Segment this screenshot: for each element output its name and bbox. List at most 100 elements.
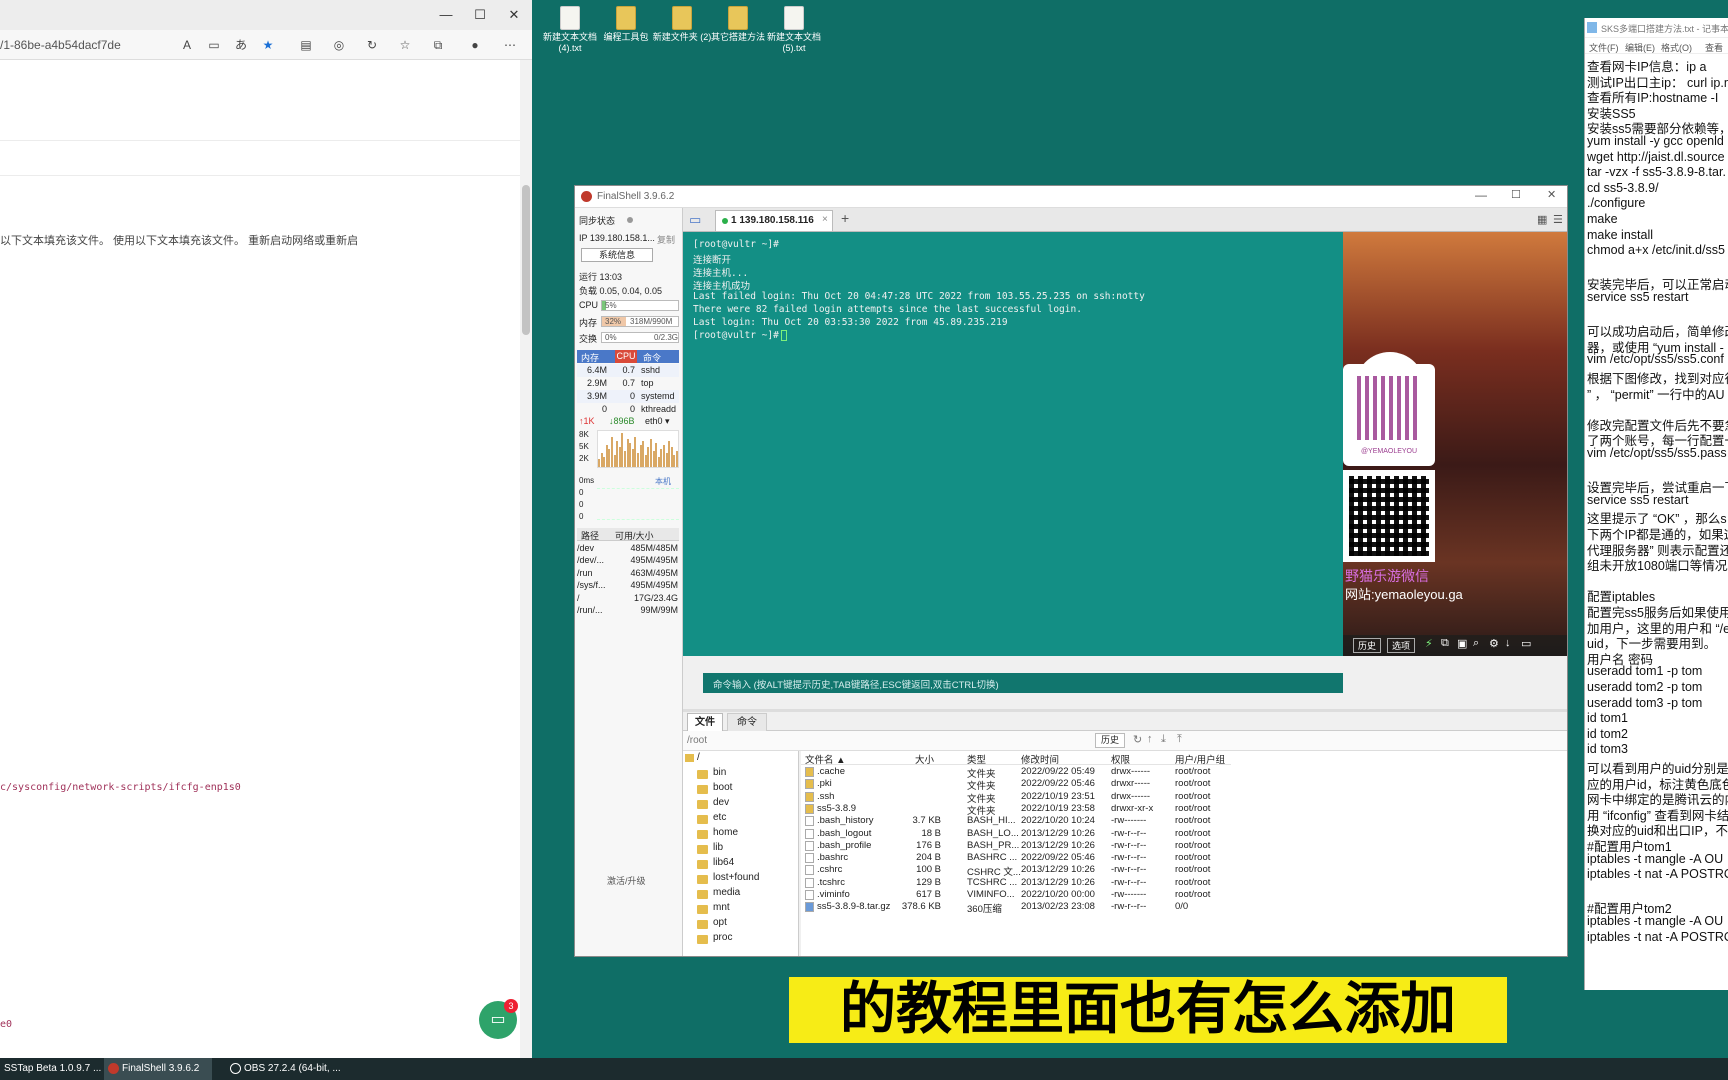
collections-icon[interactable]: ⧉ [429, 36, 447, 54]
tree-item[interactable]: etc [713, 812, 726, 823]
refresh-icon[interactable]: ↻ [363, 36, 381, 54]
minimize-icon[interactable]: — [436, 6, 456, 24]
options-button[interactable]: 选项 [1387, 638, 1416, 653]
tree-item[interactable]: lib64 [713, 857, 734, 868]
history-button[interactable]: 历史 [1353, 638, 1382, 653]
taskbar-item-finalshell[interactable]: FinalShell 3.9.6.2 [104, 1058, 212, 1080]
tree-item[interactable]: media [713, 887, 740, 898]
maximize-icon[interactable]: ☐ [1511, 188, 1521, 201]
taskbar-item-obs[interactable]: OBS 27.2.4 (64-bit, ... [226, 1058, 342, 1080]
tree-item[interactable]: mnt [713, 902, 730, 913]
close-icon[interactable]: ✕ [504, 6, 524, 24]
activate-upgrade-link[interactable]: 激活/升级 [607, 874, 646, 887]
scrollbar-thumb[interactable] [522, 185, 530, 335]
disk-header-size[interactable]: 可用/大小 [615, 529, 654, 542]
add-tab-icon[interactable]: + [841, 210, 849, 226]
session-tab[interactable]: 1 139.180.158.116 × [715, 210, 833, 231]
favorite-star-icon[interactable]: ★ [259, 36, 277, 54]
paste-icon[interactable]: ▣ [1457, 637, 1467, 650]
menu-file[interactable]: 文件(F) [1589, 41, 1619, 54]
file-row[interactable]: .bash_history 3.7 KB BASH_HI... 2022/10/20 … [801, 815, 1231, 827]
notepad-text-area[interactable]: 查看网卡IP信息：ip a 测试IP出口主ip： curl ip.m 查看所有IP:… [1585, 56, 1728, 986]
menu-view[interactable]: 查看 [1705, 41, 1723, 54]
file-row[interactable]: .cshrc 100 B CSHRC 文... 2013/12/29 10:26 -rw… [801, 864, 1231, 878]
tree-item[interactable]: lost+found [713, 872, 759, 883]
file-row[interactable]: ss5-3.8.9 文件夹 2022/10/19 23:58 drwxr-xr-x ro… [801, 803, 1231, 817]
refresh-icon[interactable]: ↻ [1133, 733, 1142, 746]
taskbar-item-sstap[interactable]: SSTap Beta 1.0.9.7 ... [0, 1058, 101, 1080]
upload-icon[interactable]: ⤒ [1177, 733, 1182, 746]
extension2-icon[interactable]: ◎ [330, 36, 348, 54]
sysinfo-button[interactable]: 系统信息 [581, 248, 653, 262]
current-path[interactable]: /root [687, 735, 707, 746]
download-icon[interactable]: ↓ [1505, 637, 1511, 649]
col-name[interactable]: 文件名 ▲ [805, 752, 846, 766]
file-row[interactable]: .viminfo 617 B VIMINFO... 2022/10/20 00:00 -… [801, 889, 1231, 901]
gear-icon[interactable]: ⚙ [1489, 637, 1499, 650]
read-aloud-icon[interactable]: A [178, 36, 196, 54]
close-icon[interactable]: ✕ [1547, 188, 1556, 201]
translate-icon[interactable]: あ [232, 36, 250, 54]
latency-host[interactable]: 本机 [655, 476, 671, 487]
list-view-icon[interactable]: ☰ [1553, 213, 1563, 226]
extension-icon[interactable]: ▤ [297, 36, 315, 54]
copy-link[interactable]: 复制 [657, 233, 675, 246]
file-row[interactable]: .cache 文件夹 2022/09/22 05:49 drwx------ root/… [801, 766, 1231, 780]
tree-item[interactable]: bin [713, 767, 726, 778]
grid-view-icon[interactable]: ▦ [1537, 213, 1547, 226]
col-mtime[interactable]: 修改时间 [1021, 752, 1059, 766]
maximize-icon[interactable]: ☐ [470, 6, 490, 24]
tree-item[interactable]: lib [713, 842, 723, 853]
tree-item[interactable]: dev [713, 797, 729, 808]
process-row[interactable]: 6.4M 0.7 sshd [577, 364, 679, 377]
more-icon[interactable]: ⋯ [501, 36, 519, 54]
lightning-icon[interactable]: ⚡ [1425, 637, 1433, 650]
tree-item[interactable]: opt [713, 917, 727, 928]
folder-icon[interactable]: ▭ [689, 212, 701, 228]
up-dir-icon[interactable]: ↑ [1147, 733, 1153, 745]
desktop-icon[interactable]: 新建文本文档 (5).txt [762, 6, 826, 54]
process-row[interactable]: 3.9M 0 systemd [577, 390, 679, 403]
col-type[interactable]: 类型 [967, 752, 986, 766]
file-row[interactable]: .tcshrc 129 B TCSHRC ... 2013/12/29 10:26 -r… [801, 877, 1231, 889]
tree-item[interactable]: home [713, 827, 738, 838]
favorites-icon[interactable]: ☆ [396, 36, 414, 54]
menu-edit[interactable]: 编辑(E) [1625, 41, 1655, 54]
menu-format[interactable]: 格式(O) [1661, 41, 1692, 54]
proc-header-mem[interactable]: 内存 [581, 351, 599, 364]
screen-icon[interactable]: ▭ [1521, 637, 1531, 650]
immersive-reader-icon[interactable]: ▭ [205, 36, 223, 54]
copy-icon[interactable]: ⧉ [1441, 637, 1449, 650]
address-bar[interactable]: /1-86be-a4b54dacf7de [0, 38, 121, 52]
tree-item[interactable]: proc [713, 932, 732, 943]
file-row[interactable]: .bash_logout 18 B BASH_LO... 2013/12/29 10:… [801, 828, 1231, 840]
disk-header-path[interactable]: 路径 [581, 529, 599, 542]
proc-header-cpu[interactable]: CPU [615, 350, 637, 363]
terminal[interactable]: [root@vultr ~]# 连接断开 连接主机... 连接主机成功 Last fai… [683, 232, 1343, 656]
path-history-button[interactable]: 历史 [1095, 733, 1125, 748]
desktop-icon[interactable]: 新建文件夹 (2) [650, 6, 714, 43]
search-icon[interactable]: ⌕ [1473, 637, 1479, 650]
tab-files[interactable]: 文件 [687, 713, 723, 731]
net-iface-select[interactable]: eth0 ▾ [645, 416, 670, 427]
file-row[interactable]: .pki 文件夹 2022/09/22 05:46 drwxr----- root/ro… [801, 778, 1231, 792]
process-row[interactable]: 2.9M 0.7 top [577, 377, 679, 390]
desktop-icon[interactable]: 编程工具包 [594, 6, 658, 43]
tab-commands[interactable]: 命令 [727, 713, 767, 731]
profile-icon[interactable]: ● [466, 36, 484, 54]
command-input[interactable]: 命令输入 (按ALT键提示历史,TAB键路径,ESC键返回,双击CTRL切换) [703, 673, 1343, 693]
file-row[interactable]: .ssh 文件夹 2022/10/19 23:51 drwx------ root/ro… [801, 791, 1231, 805]
proc-header-cmd[interactable]: 命令 [643, 351, 661, 364]
tab-close-icon[interactable]: × [822, 214, 828, 225]
process-row[interactable]: 0 0 kthreadd [577, 403, 679, 416]
minimize-icon[interactable]: — [1475, 188, 1487, 202]
col-perm[interactable]: 权限 [1111, 752, 1130, 766]
download-icon[interactable]: ⤓ [1161, 733, 1166, 746]
col-size[interactable]: 大小 [915, 752, 934, 766]
tree-root[interactable]: / [697, 752, 700, 763]
file-row[interactable]: ss5-3.8.9-8.tar.gz 378.6 KB 360压缩 2013/02/2… [801, 901, 1231, 915]
desktop-icon[interactable]: 新建文本文档 (4).txt [538, 6, 602, 54]
desktop-icon[interactable]: 其它搭建方法 [706, 6, 770, 43]
col-owner[interactable]: 用户/用户组 [1175, 752, 1225, 766]
file-row[interactable]: .bash_profile 176 B BASH_PR... 2013/12/29 1… [801, 840, 1231, 852]
